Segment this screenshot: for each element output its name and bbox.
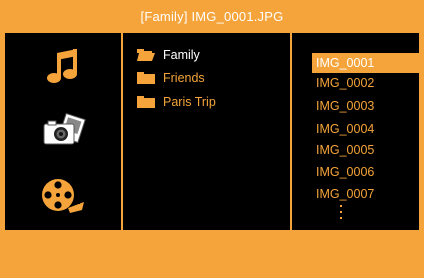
title-bar: [Family] IMG_0001.JPG xyxy=(4,0,420,32)
folder-open-icon xyxy=(137,49,155,61)
more-items-indicator xyxy=(340,205,344,223)
film-reel-icon xyxy=(42,179,84,213)
folder-label: Family xyxy=(163,48,200,62)
bottom-info-bar xyxy=(4,231,420,278)
file-item-img-0002[interactable]: IMG_0002 xyxy=(316,76,374,90)
file-item-img-0004[interactable]: IMG_0004 xyxy=(316,122,374,136)
file-item-img-0007[interactable]: IMG_0007 xyxy=(316,187,374,201)
file-label: IMG_0001 xyxy=(316,56,375,70)
file-item-img-0001[interactable]: IMG_0001 xyxy=(316,53,419,73)
folder-label: Paris Trip xyxy=(163,95,216,109)
media-browser: [Family] IMG_0001.JPG Family Friends Par… xyxy=(4,0,420,278)
photo-category[interactable] xyxy=(5,105,121,157)
camera-icon xyxy=(43,112,86,145)
category-panel xyxy=(5,33,121,230)
music-category[interactable] xyxy=(5,41,121,93)
file-list-panel: IMG_0001 IMG_0002 IMG_0003 IMG_0004 IMG_… xyxy=(292,33,419,230)
video-category[interactable] xyxy=(5,170,121,222)
file-item-img-0005[interactable]: IMG_0005 xyxy=(316,143,374,157)
folder-item-paris-trip[interactable]: Paris Trip xyxy=(137,94,216,110)
folder-icon xyxy=(137,72,155,84)
music-note-icon xyxy=(47,49,77,83)
folder-item-family[interactable]: Family xyxy=(137,47,200,63)
folder-label: Friends xyxy=(163,71,205,85)
current-file-title: [Family] IMG_0001.JPG xyxy=(140,9,284,24)
folder-icon xyxy=(137,96,155,108)
folder-item-friends[interactable]: Friends xyxy=(137,70,205,86)
file-item-img-0003[interactable]: IMG_0003 xyxy=(316,99,374,113)
folder-panel: Family Friends Paris Trip xyxy=(123,33,290,230)
file-item-img-0006[interactable]: IMG_0006 xyxy=(316,165,374,179)
